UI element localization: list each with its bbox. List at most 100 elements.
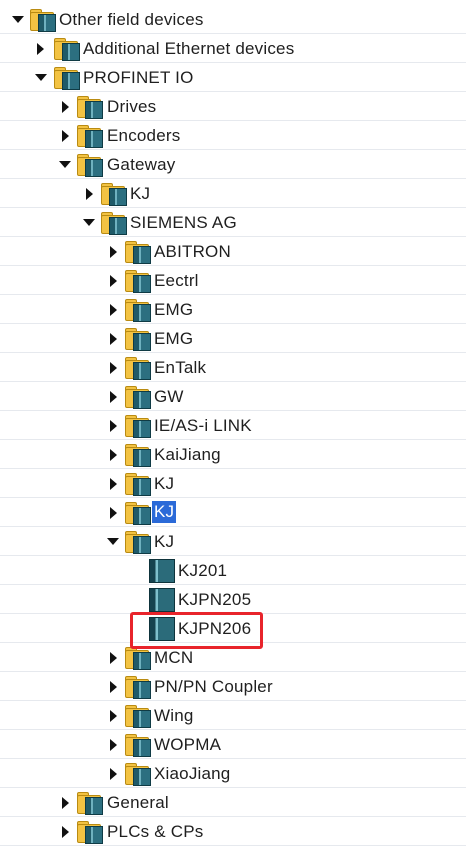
tree-item-entalk[interactable]: EnTalk	[0, 353, 466, 382]
folder-icon	[30, 8, 56, 32]
folder-icon	[77, 95, 103, 119]
expand-arrow-icon[interactable]	[110, 333, 117, 345]
expand-arrow-icon[interactable]	[110, 420, 117, 432]
tree-item-abitron[interactable]: ABITRON	[0, 237, 466, 266]
tree-item-encoders[interactable]: Encoders	[0, 121, 466, 150]
expand-arrow-icon[interactable]	[110, 681, 117, 693]
folder-icon	[125, 356, 151, 380]
folder-icon	[77, 820, 103, 844]
tree-item-gateway-kj[interactable]: KJ	[0, 179, 466, 208]
tree-item-label: EMG	[154, 329, 194, 348]
collapse-arrow-icon[interactable]	[35, 74, 47, 81]
tree-item-kj-expanded[interactable]: KJ	[0, 527, 466, 556]
expand-arrow-icon[interactable]	[110, 768, 117, 780]
expand-arrow-icon[interactable]	[110, 275, 117, 287]
expand-arrow-icon[interactable]	[37, 43, 44, 55]
expand-arrow-icon[interactable]	[110, 478, 117, 490]
tree-item-label: KaiJiang	[154, 445, 221, 464]
tree-item-label: Gateway	[107, 155, 176, 174]
folder-icon	[54, 37, 80, 61]
folder-icon	[101, 211, 127, 235]
tree-item-siemens-ag[interactable]: SIEMENS AG	[0, 208, 466, 237]
expand-arrow-icon[interactable]	[110, 739, 117, 751]
folder-icon	[125, 646, 151, 670]
tree-item-label: XiaoJiang	[154, 764, 231, 783]
tree-item-wing[interactable]: Wing	[0, 701, 466, 730]
tree-item-mcn[interactable]: MCN	[0, 643, 466, 672]
tree-item-kj201[interactable]: KJ201	[0, 556, 466, 585]
collapse-arrow-icon[interactable]	[59, 161, 71, 168]
tree-item-general[interactable]: General	[0, 788, 466, 817]
collapse-arrow-icon[interactable]	[107, 538, 119, 545]
tree-item-label: PROFINET IO	[83, 68, 194, 87]
tree-item-label: EMG	[154, 300, 194, 319]
tree-item-label: Encoders	[107, 126, 181, 145]
tree-item-label: Drives	[107, 97, 157, 116]
tree-item-pn-pn-coupler[interactable]: PN/PN Coupler	[0, 672, 466, 701]
tree-item-label: GW	[154, 387, 184, 406]
expand-arrow-icon[interactable]	[110, 710, 117, 722]
tree-item-plcs-cps[interactable]: PLCs & CPs	[0, 817, 466, 846]
expand-arrow-icon[interactable]	[110, 304, 117, 316]
folder-icon	[125, 733, 151, 757]
expand-arrow-icon[interactable]	[62, 130, 69, 142]
folder-icon	[125, 675, 151, 699]
tree-item-label: KJ201	[178, 561, 228, 580]
folder-icon	[125, 385, 151, 409]
tree-item-label: KJ	[154, 532, 175, 551]
expand-arrow-icon[interactable]	[62, 826, 69, 838]
expand-arrow-icon[interactable]	[62, 101, 69, 113]
tree-item-xiaojiang[interactable]: XiaoJiang	[0, 759, 466, 788]
folder-icon	[77, 791, 103, 815]
expand-arrow-icon[interactable]	[62, 797, 69, 809]
tree-item-label: PLCs & CPs	[107, 822, 204, 841]
folder-icon	[77, 124, 103, 148]
tree-item-kaijiang[interactable]: KaiJiang	[0, 440, 466, 469]
tree-item-label: IE/AS-i LINK	[154, 416, 252, 435]
tree-item-ie-as-i-link[interactable]: IE/AS-i LINK	[0, 411, 466, 440]
folder-icon	[125, 704, 151, 728]
tree-item-label: KJ	[154, 474, 175, 493]
tree-item-label: EnTalk	[154, 358, 207, 377]
tree-item-emg[interactable]: EMG	[0, 295, 466, 324]
tree-item-label: PN/PN Coupler	[154, 677, 273, 696]
expand-arrow-icon[interactable]	[110, 652, 117, 664]
expand-arrow-icon[interactable]	[110, 362, 117, 374]
tree-item-label: General	[107, 793, 169, 812]
device-module-icon	[149, 617, 175, 641]
tree-item-wopma[interactable]: WOPMA	[0, 730, 466, 759]
tree-item-kj-selected[interactable]: KJ	[0, 498, 466, 527]
collapse-arrow-icon[interactable]	[83, 219, 95, 226]
tree-item-additional-ethernet-devices[interactable]: Additional Ethernet devices	[0, 34, 466, 63]
tree-item-eectrl[interactable]: Eectrl	[0, 266, 466, 295]
tree-item-label: ABITRON	[154, 242, 231, 261]
tree-item-drives[interactable]: Drives	[0, 92, 466, 121]
tree-item-profinet-io[interactable]: PROFINET IO	[0, 63, 466, 92]
folder-icon	[125, 298, 151, 322]
tree-item-gateway[interactable]: Gateway	[0, 150, 466, 179]
tree-item-label: Wing	[154, 706, 194, 725]
folder-icon	[125, 501, 151, 525]
tree-item-label: Other field devices	[59, 10, 204, 29]
folder-icon	[54, 66, 80, 90]
expand-arrow-icon[interactable]	[12, 16, 24, 23]
folder-icon	[125, 443, 151, 467]
expand-arrow-icon[interactable]	[110, 449, 117, 461]
folder-icon	[77, 153, 103, 177]
tree-item-other-field-devices[interactable]: Other field devices	[0, 5, 466, 34]
expand-arrow-icon[interactable]	[86, 188, 93, 200]
expand-arrow-icon[interactable]	[110, 507, 117, 519]
expand-arrow-icon[interactable]	[110, 391, 117, 403]
catalog-tree: Other field devices Additional Ethernet …	[0, 0, 466, 846]
folder-icon	[125, 414, 151, 438]
tree-item-kjpn206[interactable]: KJPN206	[0, 614, 466, 643]
tree-item-kjpn205[interactable]: KJPN205	[0, 585, 466, 614]
tree-item-emg[interactable]: EMG	[0, 324, 466, 353]
tree-item-label: KJ	[130, 184, 151, 203]
tree-item-label: KJPN205	[178, 590, 252, 609]
expand-arrow-icon[interactable]	[110, 246, 117, 258]
folder-icon	[125, 269, 151, 293]
tree-item-gw[interactable]: GW	[0, 382, 466, 411]
tree-item-kj[interactable]: KJ	[0, 469, 466, 498]
folder-icon	[125, 530, 151, 554]
